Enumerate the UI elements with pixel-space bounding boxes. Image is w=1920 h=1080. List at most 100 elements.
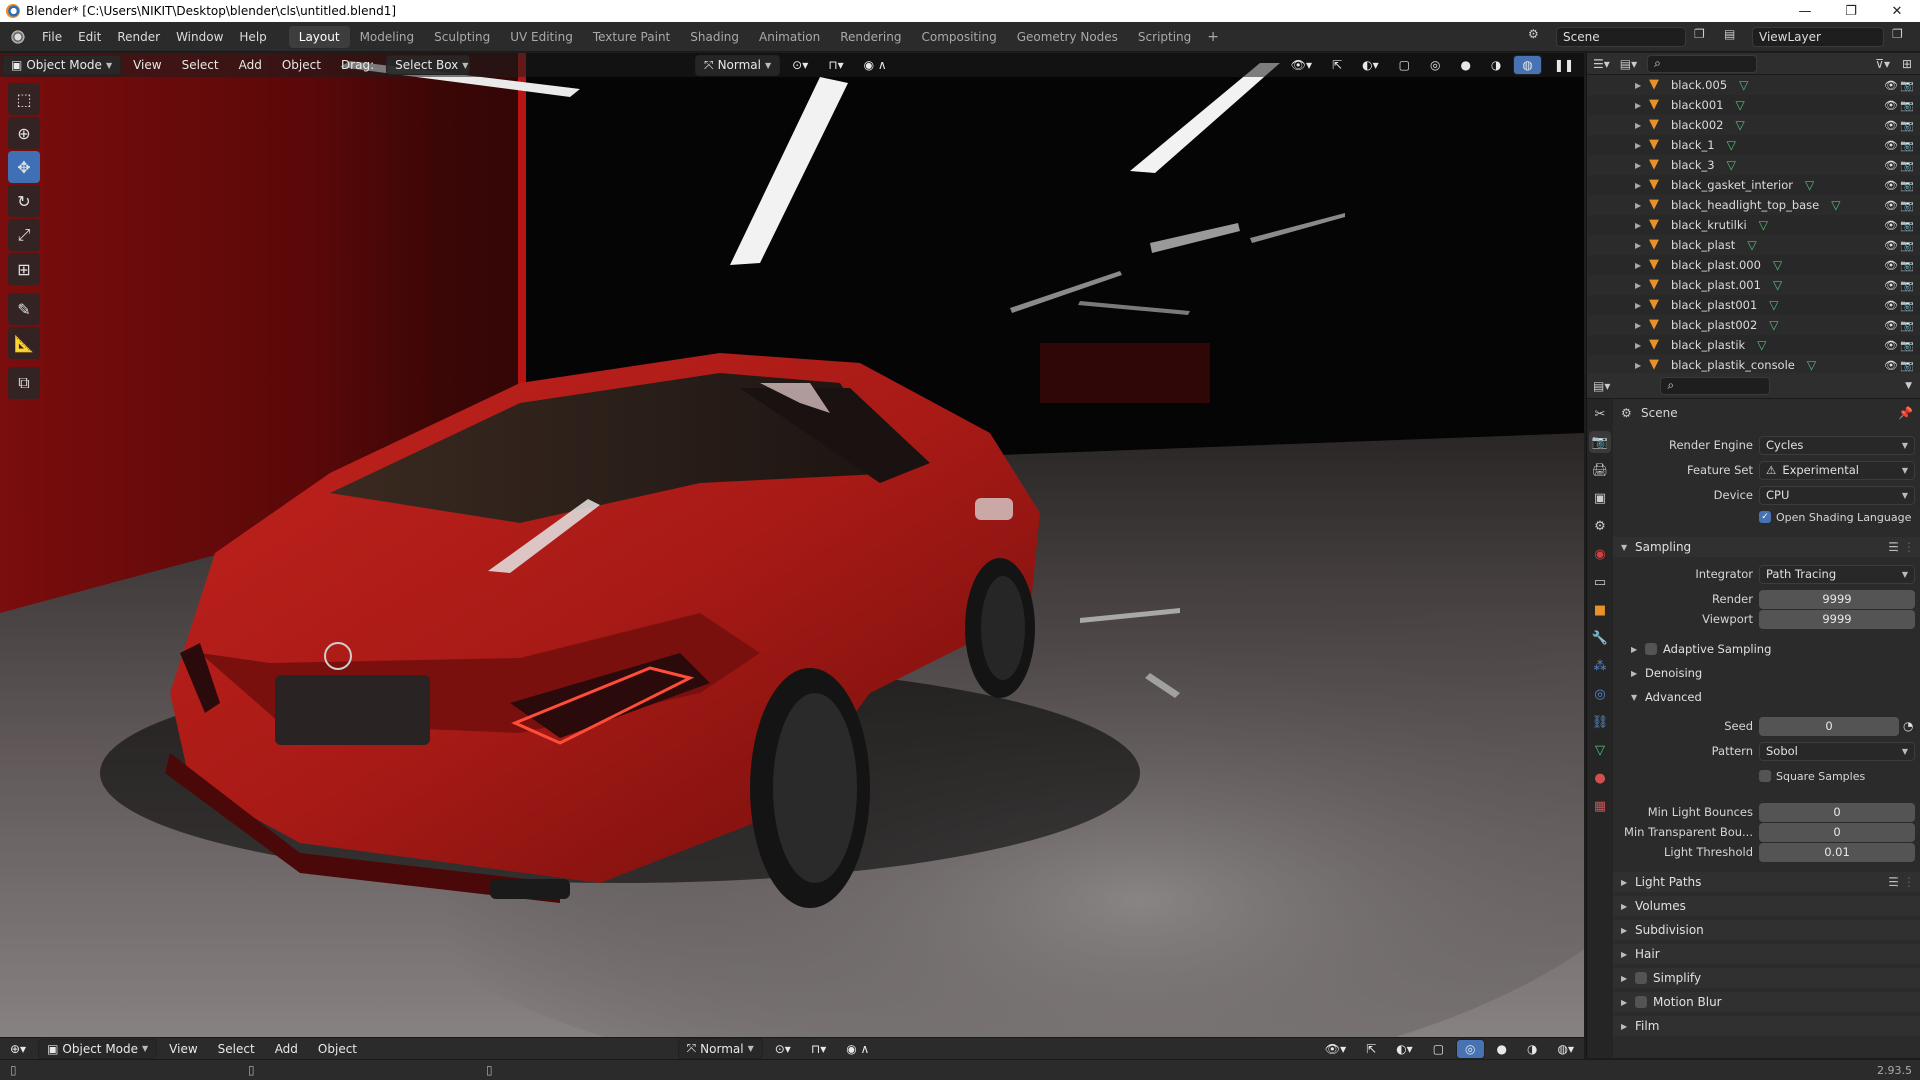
workspace-tab-rendering[interactable]: Rendering: [830, 26, 911, 48]
bottom-shading-rendered-icon[interactable]: ◍▾: [1550, 1040, 1583, 1058]
expand-arrow-icon[interactable]: ▶: [1635, 301, 1649, 310]
hair-panel[interactable]: ▶ Hair: [1613, 944, 1920, 964]
mesh-data-icon[interactable]: ▽: [1831, 198, 1840, 212]
visibility-eye-icon[interactable]: 👁: [1884, 119, 1898, 132]
visibility-eye-icon[interactable]: 👁: [1884, 219, 1898, 232]
snap-icon[interactable]: ⊓▾: [820, 56, 851, 74]
render-camera-icon[interactable]: 📷: [1900, 159, 1914, 172]
mesh-data-icon[interactable]: ▽: [1727, 138, 1736, 152]
device-dropdown[interactable]: CPU ▼: [1759, 485, 1915, 505]
render-tab-icon[interactable]: 📷: [1589, 431, 1611, 453]
menu-select[interactable]: Select: [174, 56, 227, 74]
render-camera-icon[interactable]: 📷: [1900, 179, 1914, 192]
menu-help[interactable]: Help: [231, 30, 274, 44]
workspace-tab-compositing[interactable]: Compositing: [911, 26, 1006, 48]
outliner-row[interactable]: ▶ ▼ black_plast ▽ 👁 📷: [1587, 235, 1920, 255]
workspace-tab-layout[interactable]: Layout: [288, 25, 350, 48]
scene-selector[interactable]: Scene: [1556, 27, 1686, 47]
outliner-row[interactable]: ▶ ▼ black002 ▽ 👁 📷: [1587, 115, 1920, 135]
outliner-item-name[interactable]: black_3: [1671, 158, 1715, 172]
outliner-item-name[interactable]: black_plast: [1671, 238, 1735, 252]
square-samples-row[interactable]: Square Samples: [1759, 770, 1865, 783]
outliner-row[interactable]: ▶ ▼ black_gasket_interior ▽ 👁 📷: [1587, 175, 1920, 195]
visibility-icon[interactable]: 👁▾: [1283, 56, 1320, 74]
shading-material-icon[interactable]: ◑: [1483, 56, 1509, 74]
data-tab-icon[interactable]: ▽: [1589, 739, 1611, 761]
expand-arrow-icon[interactable]: ▶: [1635, 181, 1649, 190]
render-camera-icon[interactable]: 📷: [1900, 359, 1914, 372]
xray-icon[interactable]: ▢: [1391, 56, 1418, 74]
outliner-search-input[interactable]: ⌕: [1647, 54, 1758, 73]
outliner-item-name[interactable]: black_plastik: [1671, 338, 1745, 352]
pause-render-icon[interactable]: ❚❚: [1546, 56, 1582, 74]
outliner-item-name[interactable]: black001: [1671, 98, 1723, 112]
outliner-item-name[interactable]: black_plast002: [1671, 318, 1757, 332]
maximize-button[interactable]: ❐: [1828, 0, 1874, 22]
shading-wireframe-icon[interactable]: ◎: [1422, 56, 1448, 74]
seed-field[interactable]: 0: [1759, 716, 1899, 736]
visibility-eye-icon[interactable]: 👁: [1884, 159, 1898, 172]
scene-tab-icon[interactable]: ⚙: [1589, 515, 1611, 537]
menu-window[interactable]: Window: [168, 30, 231, 44]
outliner-item-name[interactable]: black_headlight_top_base: [1671, 198, 1819, 212]
shading-solid-icon[interactable]: ●: [1452, 56, 1478, 74]
render-camera-icon[interactable]: 📷: [1900, 139, 1914, 152]
material-tab-icon[interactable]: ●: [1589, 767, 1611, 789]
outliner-item-name[interactable]: black_plastik_console: [1671, 358, 1795, 372]
advanced-subpanel[interactable]: ▼ Advanced: [1613, 687, 1920, 707]
outliner-row[interactable]: ▶ ▼ black_1 ▽ 👁 📷: [1587, 135, 1920, 155]
simplify-panel[interactable]: ▶ Simplify: [1613, 968, 1920, 988]
motion-blur-checkbox[interactable]: [1635, 996, 1647, 1008]
denoising-subpanel[interactable]: ▶ Denoising: [1613, 663, 1920, 683]
bottom-snap-icon[interactable]: ⊓▾: [803, 1040, 834, 1058]
properties-editor-type-icon[interactable]: ▤▾: [1593, 379, 1610, 393]
outliner-row[interactable]: ▶ ▼ black_krutilki ▽ 👁 📷: [1587, 215, 1920, 235]
rotate-tool-icon[interactable]: ↻: [8, 185, 40, 217]
workspace-tab-uv-editing[interactable]: UV Editing: [500, 26, 583, 48]
mesh-data-icon[interactable]: ▽: [1735, 118, 1744, 132]
new-collection-icon[interactable]: ⊞: [1902, 57, 1912, 71]
bottom-menu-view[interactable]: View: [161, 1040, 205, 1058]
particles-tab-icon[interactable]: ⁂: [1589, 655, 1611, 677]
visibility-eye-icon[interactable]: 👁: [1884, 179, 1898, 192]
light-paths-panel[interactable]: ▶ Light Paths ☰ ⋮⋮: [1613, 872, 1920, 892]
add-workspace-icon[interactable]: +: [1201, 29, 1225, 45]
collection-tab-icon[interactable]: ▭: [1589, 571, 1611, 593]
menu-file[interactable]: File: [34, 30, 70, 44]
render-camera-icon[interactable]: 📷: [1900, 279, 1914, 292]
drag-select-dropdown[interactable]: Select Box ▼: [386, 55, 471, 75]
visibility-eye-icon[interactable]: 👁: [1884, 359, 1898, 372]
render-engine-dropdown[interactable]: Cycles ▼: [1759, 435, 1915, 455]
bottom-menu-add[interactable]: Add: [267, 1040, 306, 1058]
expand-arrow-icon[interactable]: ▶: [1635, 201, 1649, 210]
cursor-tool-icon[interactable]: ⊕: [8, 117, 40, 149]
filter-icon[interactable]: ⊽▾: [1875, 57, 1890, 71]
bottom-shading-solid-icon[interactable]: ●: [1489, 1040, 1515, 1058]
drag-handle-icon[interactable]: ⋮⋮: [1891, 875, 1915, 889]
visibility-eye-icon[interactable]: 👁: [1884, 339, 1898, 352]
mesh-data-icon[interactable]: ▽: [1773, 258, 1782, 272]
osl-checkbox[interactable]: ✓: [1759, 511, 1771, 523]
volumes-panel[interactable]: ▶ Volumes: [1613, 896, 1920, 916]
motion-blur-panel[interactable]: ▶ Motion Blur: [1613, 992, 1920, 1012]
outliner-item-name[interactable]: black_plast.000: [1671, 258, 1761, 272]
object-tab-icon[interactable]: ■: [1589, 599, 1611, 621]
workspace-tab-shading[interactable]: Shading: [680, 26, 749, 48]
constraints-tab-icon[interactable]: ⛓: [1589, 711, 1611, 733]
output-tab-icon[interactable]: 🖨: [1589, 459, 1611, 481]
render-camera-icon[interactable]: 📷: [1900, 319, 1914, 332]
workspace-tab-geometry-nodes[interactable]: Geometry Nodes: [1007, 26, 1128, 48]
light-threshold-field[interactable]: 0.01: [1759, 842, 1915, 862]
expand-arrow-icon[interactable]: ▶: [1635, 261, 1649, 270]
bottom-mode-selector[interactable]: ▣ Object Mode ▼: [38, 1038, 158, 1059]
bottom-xray-icon[interactable]: ▢: [1425, 1040, 1452, 1058]
outliner-row[interactable]: ▶ ▼ black_3 ▽ 👁 📷: [1587, 155, 1920, 175]
properties-search-input[interactable]: ⌕: [1660, 376, 1771, 395]
menu-view[interactable]: View: [125, 56, 169, 74]
close-button[interactable]: ✕: [1874, 0, 1920, 22]
outliner-item-name[interactable]: black.005: [1671, 78, 1727, 92]
shading-rendered-icon[interactable]: ◍: [1513, 55, 1542, 75]
outliner-item-name[interactable]: black_plast.001: [1671, 278, 1761, 292]
editor-type-icon[interactable]: ⊕▾: [2, 1040, 34, 1058]
mesh-data-icon[interactable]: ▽: [1747, 238, 1756, 252]
